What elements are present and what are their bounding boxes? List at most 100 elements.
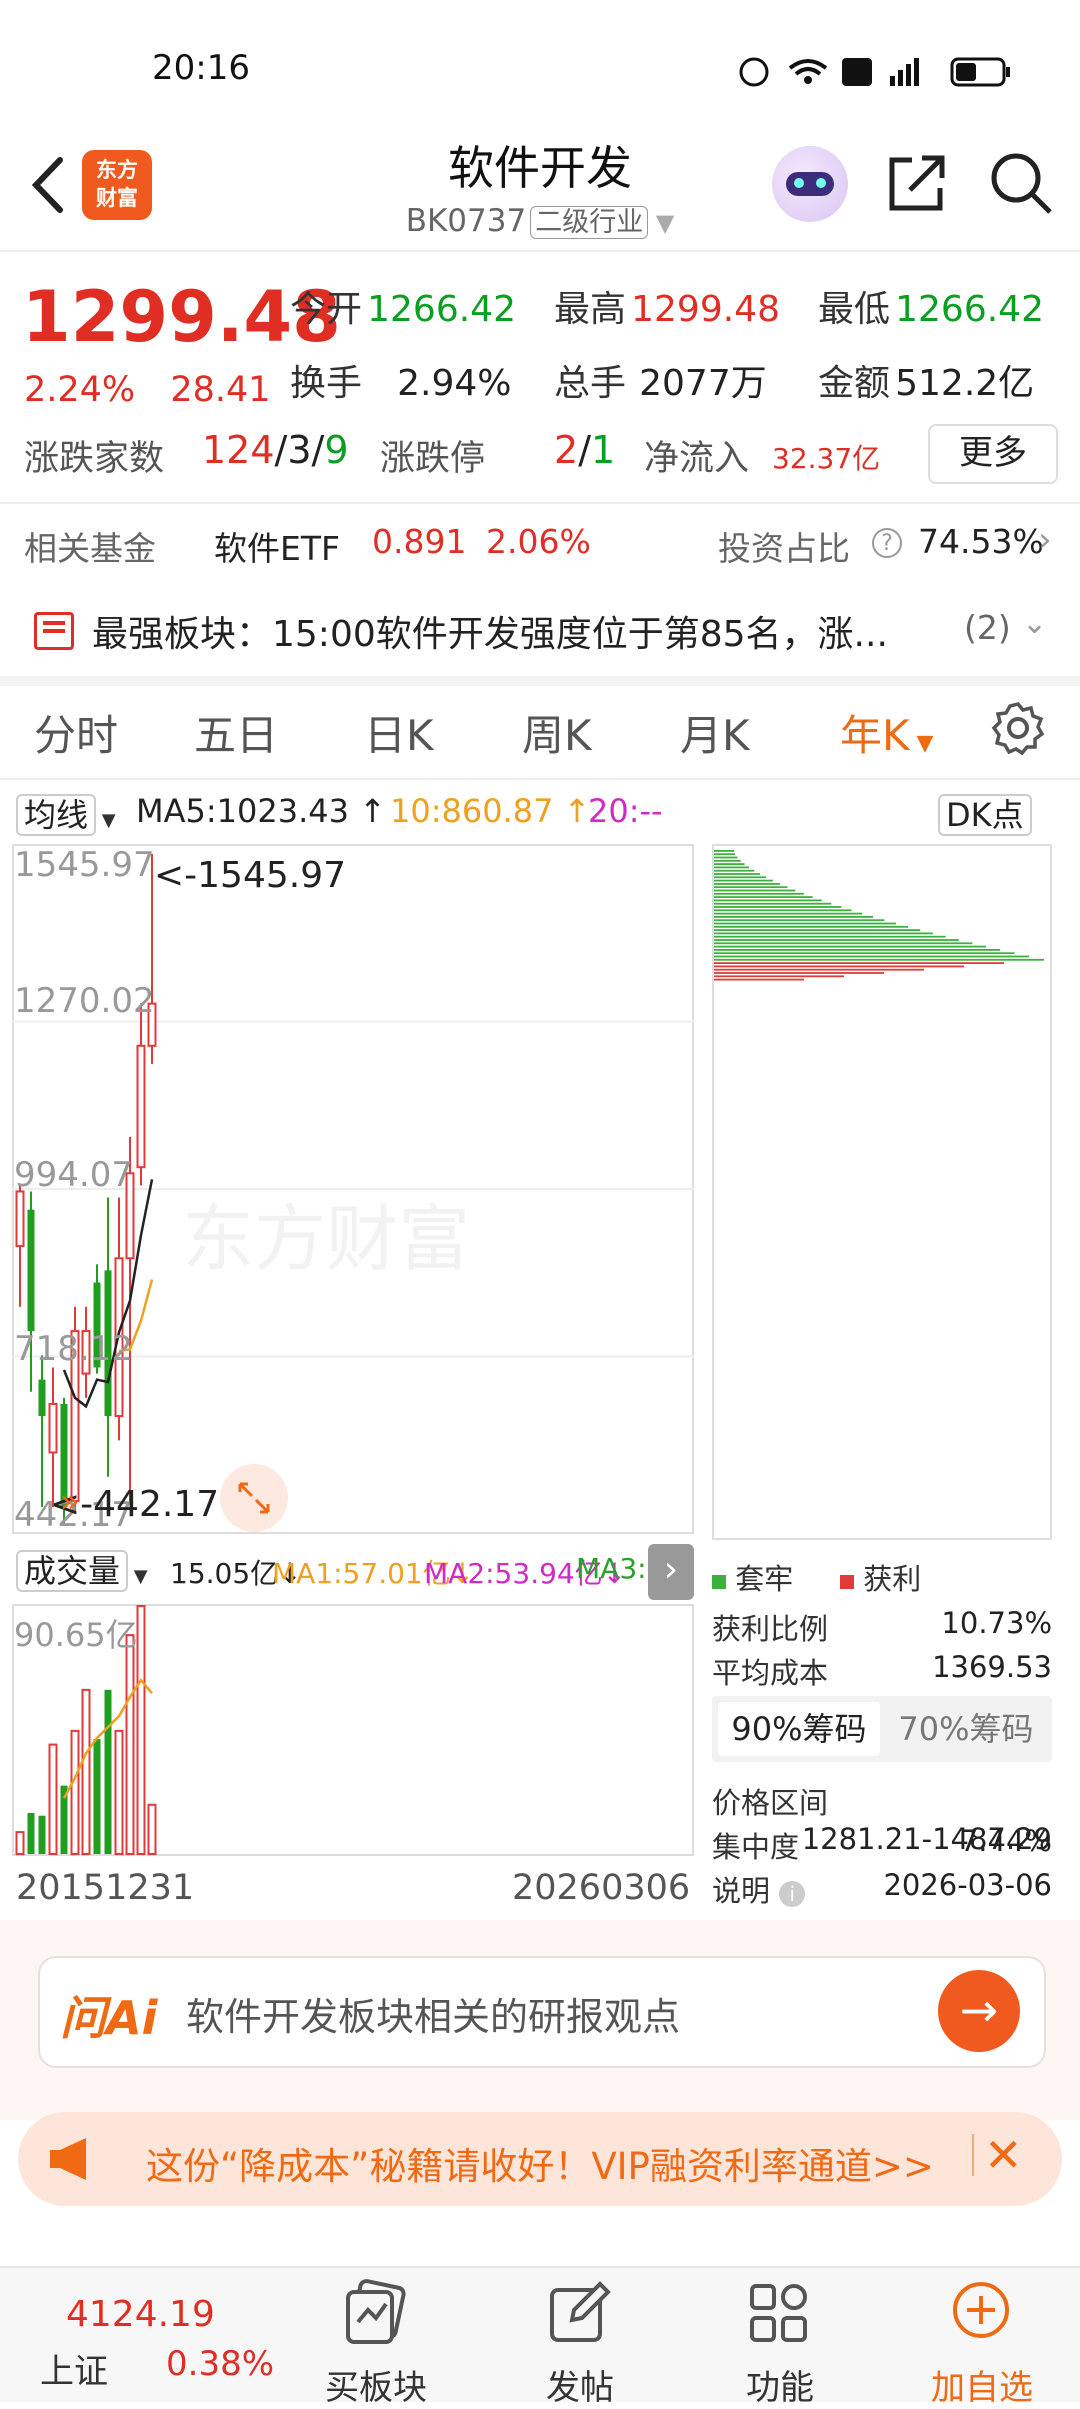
robot-avatar-icon[interactable] <box>772 146 848 222</box>
chip-bar <box>714 869 755 872</box>
nav-add-watchlist[interactable]: 加自选 <box>912 2360 1052 2409</box>
double-chevron-icon: » <box>60 1482 80 1520</box>
post-icon[interactable] <box>544 2278 614 2348</box>
y-label-3: 718.12 <box>14 1329 133 1369</box>
volume-bar <box>136 1605 146 1855</box>
news-headline[interactable]: 最强板块：15:00软件开发强度位于第85名，涨... <box>92 605 888 657</box>
chip-bar <box>714 850 734 852</box>
nav-functions[interactable]: 功能 <box>710 2360 850 2409</box>
tab-intraday[interactable]: 分时 <box>34 702 118 763</box>
chevron-down-icon: ▼ <box>648 209 675 237</box>
limit-counts: 2/1 <box>554 428 616 472</box>
alarm-icon <box>739 57 769 87</box>
share-icon[interactable] <box>884 150 950 216</box>
chip-bar <box>714 965 964 968</box>
chevron-down-icon[interactable]: ⌄ <box>1022 606 1047 641</box>
ratio-label: 投资占比 <box>718 529 850 568</box>
dk-button[interactable]: DK点 <box>938 790 1032 836</box>
chip-bar <box>714 968 924 971</box>
chip-bar <box>714 883 780 885</box>
volume-bar <box>93 1739 101 1854</box>
volume-selector[interactable]: 成交量 ▼ <box>16 1546 148 1592</box>
volume-bar <box>147 1803 157 1856</box>
ma-selector[interactable]: 均线 ▼ <box>16 790 116 836</box>
candle-body <box>38 1379 46 1417</box>
functions-icon[interactable] <box>744 2278 814 2348</box>
volume-bar <box>27 1812 35 1854</box>
promo-text[interactable]: 这份“降成本”秘籍请收好！VIP融资利率通道>> <box>146 2136 934 2190</box>
fund-name[interactable]: 软件ETF <box>214 522 340 570</box>
chevron-right-icon[interactable]: › <box>1038 520 1052 560</box>
index-value[interactable]: 4124.19 <box>66 2294 215 2335</box>
tab-yearly[interactable]: 年K ▼ <box>840 702 933 763</box>
volume-chart[interactable]: 90.65亿 <box>12 1604 694 1856</box>
chip-bar <box>714 906 842 908</box>
search-icon[interactable] <box>988 150 1054 216</box>
help-icon[interactable]: ? <box>872 528 902 558</box>
ratio-value: 74.53% <box>918 522 1044 561</box>
chip-bar <box>714 853 736 856</box>
note-row[interactable]: 说明 i 2026-03-06 <box>712 1868 1052 1910</box>
chip-bar <box>714 879 773 882</box>
open-stat: 今开 1266.42 <box>290 289 516 330</box>
chip-bar <box>714 932 933 935</box>
tab-monthly[interactable]: 月K <box>680 702 750 763</box>
nav-buy-sector[interactable]: 买板块 <box>306 2360 446 2409</box>
candle-body <box>136 1044 146 1169</box>
chip-bar <box>714 919 885 922</box>
tab-weekly[interactable]: 周K <box>522 702 592 763</box>
y-label-top: 1545.97 <box>14 845 155 885</box>
chip-bar <box>714 899 822 902</box>
nav-post[interactable]: 发帖 <box>510 2360 650 2409</box>
news-count: (2) <box>964 608 1011 647</box>
more-button[interactable]: 更多 <box>928 424 1058 484</box>
settings-gear-icon[interactable] <box>990 700 1046 756</box>
high-stat: 最高 1299.48 <box>554 289 780 330</box>
chip-bar <box>714 925 908 928</box>
inflow-label: 净流入 <box>644 439 750 479</box>
tab-5day[interactable]: 五日 <box>194 702 278 763</box>
change-abs: 28.41 <box>170 370 271 410</box>
ai-submit-arrow-icon[interactable]: → <box>938 1970 1020 2052</box>
expand-right-icon[interactable]: › <box>648 1544 694 1600</box>
code-text: BK0737 <box>405 203 527 239</box>
fund-label: 相关基金 <box>24 529 156 568</box>
fund-price: 0.891 <box>372 522 467 561</box>
chip-bar <box>714 889 796 892</box>
chip-bar <box>714 902 832 905</box>
hd-icon <box>842 58 872 86</box>
volume-bar <box>70 1729 80 1855</box>
volume-stat: 总手 2077万 <box>554 363 767 404</box>
info-icon: i <box>779 1881 806 1907</box>
status-icons <box>739 57 1010 87</box>
ai-prompt[interactable]: 软件开发板块相关的研报观点 <box>186 1986 680 2041</box>
buy-sector-icon[interactable] <box>340 2278 410 2348</box>
news-icon <box>34 612 74 650</box>
close-icon[interactable]: ✕ <box>984 2128 1023 2182</box>
chip-bar <box>714 896 813 898</box>
chip-bar <box>714 856 738 859</box>
y-label-1: 1270.02 <box>14 981 155 1021</box>
megaphone-icon <box>50 2138 86 2180</box>
chip-bar <box>714 859 741 862</box>
profit-ratio-row: 获利比例 10.73% <box>712 1606 1052 1646</box>
add-watchlist-icon[interactable] <box>946 2278 1016 2348</box>
tab-daily[interactable]: 日K <box>364 702 434 763</box>
chip-bar <box>714 939 959 941</box>
y-label-2: 994.07 <box>14 1155 133 1195</box>
index-name: 上证 <box>40 2352 108 2392</box>
date-start: 20151231 <box>16 1868 195 1908</box>
candle-body <box>48 1402 58 1454</box>
ma10-value: 10:860.87 ↑ <box>390 792 591 830</box>
kline-chart[interactable]: 东方财富 1545.97 1270.02 994.07 718.12 442.1… <box>12 844 694 1534</box>
chip-bar <box>714 866 750 869</box>
turnover-stat: 换手 2.94% <box>290 363 512 404</box>
updown-counts: 124/3/9 <box>202 428 349 472</box>
chip-bar <box>714 912 863 915</box>
chip-bar <box>714 975 844 978</box>
date-end: 20260306 <box>512 1868 691 1908</box>
tab-chip-90[interactable]: 90%筹码 <box>718 1702 880 1756</box>
volume-bar <box>81 1688 91 1856</box>
tab-chip-70[interactable]: 70%筹码 <box>886 1702 1046 1756</box>
inflow-value: 32.37亿 <box>772 442 881 475</box>
